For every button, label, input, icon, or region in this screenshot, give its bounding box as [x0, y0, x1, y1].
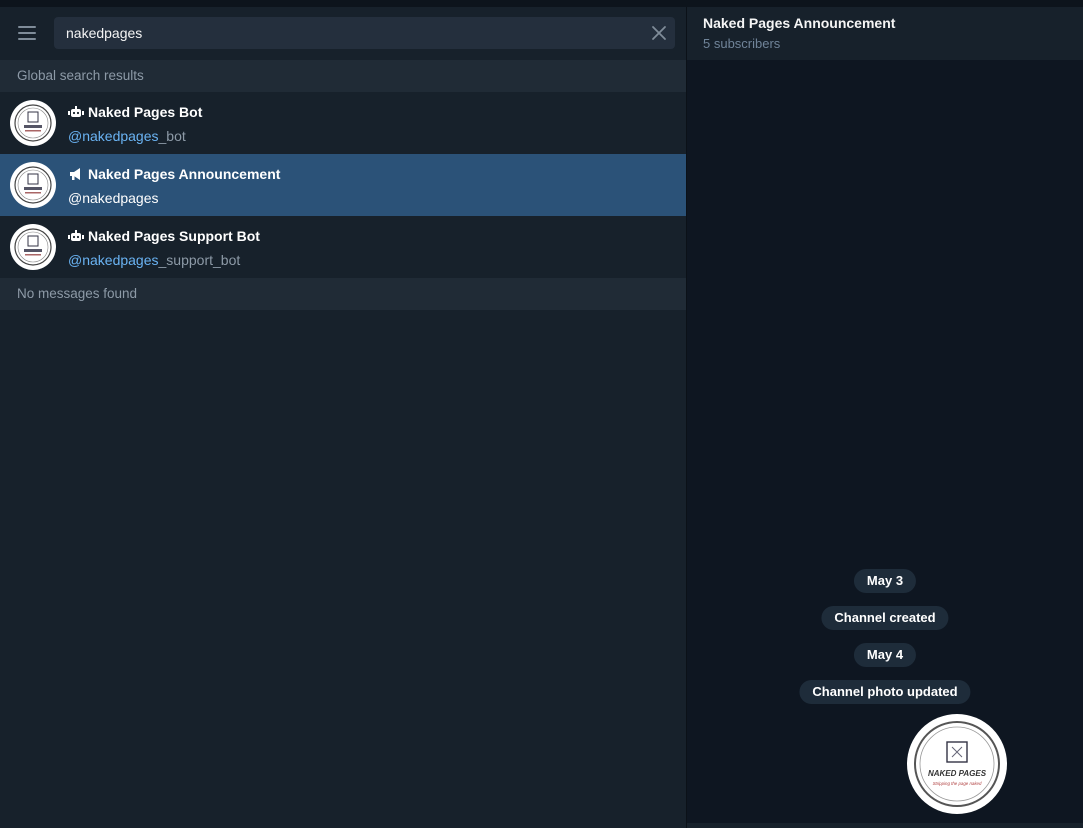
- search-result-channel[interactable]: Naked Pages Announcement @nakedpages: [0, 154, 686, 216]
- avatar: [10, 162, 56, 208]
- bot-icon: [68, 105, 84, 119]
- result-handle: @nakedpages_support_bot: [68, 252, 240, 268]
- search-panel: Global search results: [0, 7, 686, 828]
- search-box: [54, 17, 675, 49]
- photo-logo-name: NAKED PAGES: [928, 769, 987, 778]
- handle-match: @nakedpages: [68, 190, 159, 206]
- result-name: Naked Pages Announcement: [88, 166, 281, 182]
- handle-rest: _support_bot: [158, 252, 241, 268]
- search-input[interactable]: [66, 17, 636, 49]
- chat-subtitle: 5 subscribers: [703, 36, 781, 51]
- search-row: [0, 7, 686, 60]
- megaphone-icon: [68, 167, 84, 181]
- avatar: [10, 224, 56, 270]
- result-title: Naked Pages Announcement: [68, 164, 280, 184]
- service-message: Channel photo updated: [799, 680, 971, 704]
- chat-title: Naked Pages Announcement: [703, 15, 896, 31]
- no-messages-header: No messages found: [0, 278, 686, 310]
- handle-match: @nakedpages: [68, 128, 159, 144]
- photo-logo-tagline: Stripping the page naked: [933, 781, 982, 786]
- result-title: Naked Pages Support Bot: [68, 226, 260, 246]
- window-top-strip: [0, 0, 1083, 7]
- date-badge: May 3: [853, 569, 917, 593]
- result-name: Naked Pages Bot: [88, 104, 203, 120]
- result-handle: @nakedpages: [68, 190, 159, 206]
- date-badge: May 4: [853, 643, 917, 667]
- handle-match: @nakedpages: [68, 252, 159, 268]
- channel-photo[interactable]: NAKED PAGES Stripping the page naked: [907, 714, 1007, 814]
- handle-rest: _bot: [158, 128, 186, 144]
- service-message: Channel created: [821, 606, 949, 630]
- avatar: [10, 100, 56, 146]
- chat-bottom-edge: [687, 823, 1083, 828]
- telegram-window: Global search results: [0, 0, 1083, 828]
- bot-icon: [68, 229, 84, 243]
- result-handle: @nakedpages_bot: [68, 128, 186, 144]
- hamburger-menu-icon[interactable]: [14, 20, 40, 46]
- chat-header[interactable]: Naked Pages Announcement 5 subscribers: [687, 7, 1083, 60]
- search-result-bot[interactable]: Naked Pages Bot @nakedpages_bot: [0, 92, 686, 154]
- global-search-header: Global search results: [0, 60, 686, 92]
- result-name: Naked Pages Support Bot: [88, 228, 260, 244]
- close-icon[interactable]: [649, 23, 669, 43]
- chat-panel: Naked Pages Announcement 5 subscribers M…: [687, 7, 1083, 828]
- search-result-support-bot[interactable]: Naked Pages Support Bot @nakedpages_supp…: [0, 216, 686, 278]
- result-title: Naked Pages Bot: [68, 102, 202, 122]
